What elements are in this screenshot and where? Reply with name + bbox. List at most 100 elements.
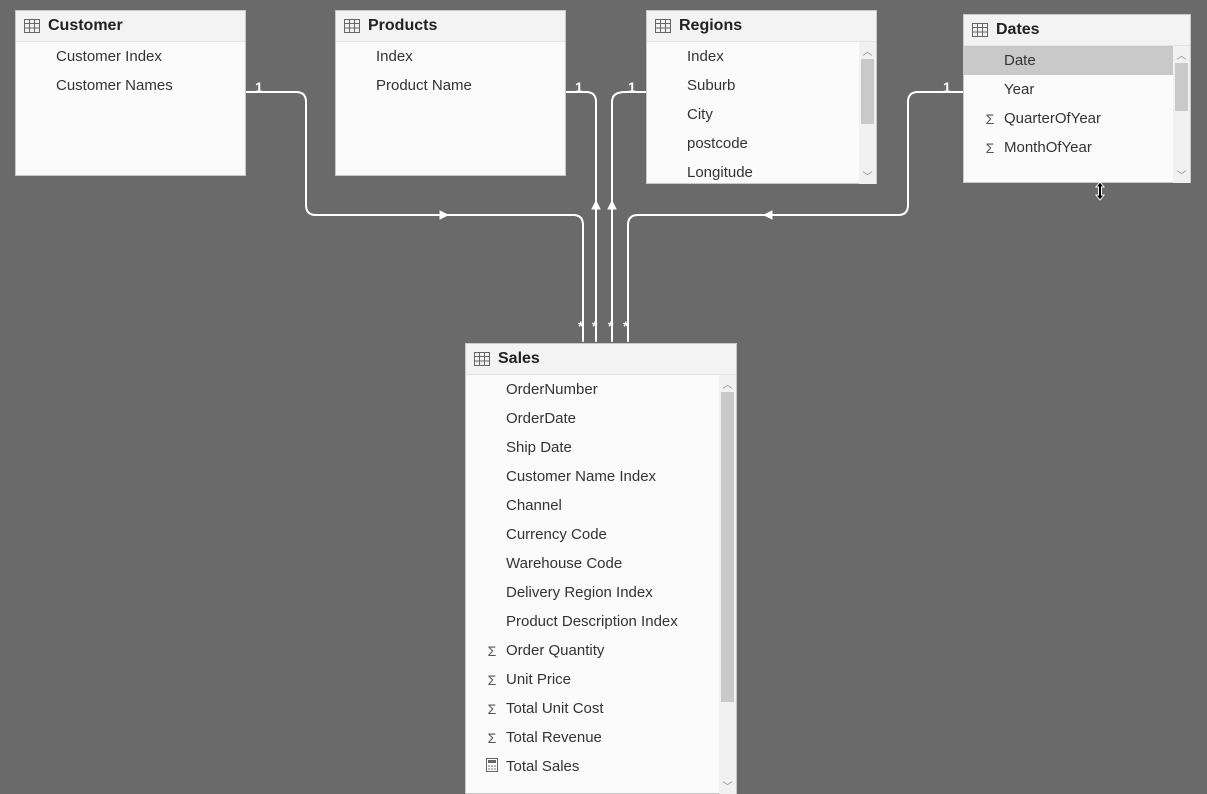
scroll-thumb[interactable] xyxy=(861,59,874,124)
table-header-customer[interactable]: Customer xyxy=(16,11,245,42)
field-regions-suburb[interactable]: Suburb xyxy=(647,71,876,100)
table-icon xyxy=(344,19,360,33)
field-sales-productdescindex[interactable]: Product Description Index xyxy=(466,607,736,636)
field-customer-index[interactable]: Customer Index xyxy=(16,42,245,71)
field-dates-date[interactable]: Date xyxy=(964,46,1190,75)
field-dates-quarterofyear[interactable]: Σ QuarterOfYear xyxy=(964,104,1190,133)
field-label: Suburb xyxy=(687,77,735,94)
field-dates-monthofyear[interactable]: ΣMonthOfYear xyxy=(964,133,1190,162)
field-label: OrderDate xyxy=(506,410,576,427)
field-sales-totalsales[interactable]: Total Sales xyxy=(466,752,736,781)
field-label: Index xyxy=(687,48,724,65)
field-label: Customer Name Index xyxy=(506,468,656,485)
field-label: QuarterOfYear xyxy=(1004,110,1101,127)
table-icon xyxy=(24,19,40,33)
field-sales-customernameindex[interactable]: Customer Name Index xyxy=(466,462,736,491)
field-label: Product Description Index xyxy=(506,613,678,630)
field-label: Total Unit Cost xyxy=(506,700,604,717)
table-dates[interactable]: Dates Date Year Σ QuarterOfYear ΣMonthOfY… xyxy=(963,14,1191,183)
field-label: Channel xyxy=(506,497,562,514)
field-label: Unit Price xyxy=(506,671,571,688)
field-label: Index xyxy=(376,48,413,65)
field-label: OrderNumber xyxy=(506,381,598,398)
table-icon xyxy=(474,352,490,366)
table-title: Customer xyxy=(48,17,123,35)
sigma-icon: Σ xyxy=(982,140,998,156)
table-body-sales: OrderNumber OrderDate Ship Date Customer… xyxy=(466,375,736,794)
table-body-regions: Index Suburb City postcode Longitude ︿ ﹀ xyxy=(647,42,876,184)
field-sales-orderdate[interactable]: OrderDate xyxy=(466,404,736,433)
scroll-down-icon[interactable]: ﹀ xyxy=(719,777,736,794)
calculator-icon xyxy=(484,758,500,775)
table-title: Sales xyxy=(498,350,540,368)
cardinality-one-customer: 1 xyxy=(255,79,263,95)
field-products-index[interactable]: Index xyxy=(336,42,565,71)
field-label: Ship Date xyxy=(506,439,572,456)
field-sales-currencycode[interactable]: Currency Code xyxy=(466,520,736,549)
sigma-icon: Σ xyxy=(484,730,500,746)
table-body-dates: Date Year Σ QuarterOfYear ΣMonthOfYear ︿ … xyxy=(964,46,1190,183)
field-customer-names[interactable]: Customer Names xyxy=(16,71,245,100)
table-header-products[interactable]: Products xyxy=(336,11,565,42)
field-dates-year[interactable]: Year xyxy=(964,75,1190,104)
table-products[interactable]: Products Index Product Name xyxy=(335,10,566,176)
field-sales-unitprice[interactable]: Σ Unit Price xyxy=(466,665,736,694)
cardinality-one-products: 1 xyxy=(575,79,583,95)
field-regions-city[interactable]: City xyxy=(647,100,876,129)
scrollbar-sales[interactable]: ︿ ﹀ xyxy=(719,375,736,794)
table-body-customer: Customer Index Customer Names xyxy=(16,42,245,176)
scroll-thumb[interactable] xyxy=(1175,63,1188,111)
field-products-name[interactable]: Product Name xyxy=(336,71,565,100)
field-sales-channel[interactable]: Channel xyxy=(466,491,736,520)
cardinality-many-3: * xyxy=(608,318,613,334)
field-label: Delivery Region Index xyxy=(506,584,653,601)
field-label: Total Sales xyxy=(506,758,579,775)
scroll-down-icon[interactable]: ﹀ xyxy=(1173,166,1190,183)
field-label: Product Name xyxy=(376,77,472,94)
table-sales[interactable]: Sales OrderNumber OrderDate Ship Date Cu… xyxy=(465,343,737,794)
cardinality-many-4: * xyxy=(623,318,628,334)
table-title: Regions xyxy=(679,17,742,35)
scroll-up-icon[interactable]: ︿ xyxy=(1173,46,1190,63)
field-label: Year xyxy=(1004,81,1034,98)
table-header-dates[interactable]: Dates xyxy=(964,15,1190,46)
sigma-icon: Σ xyxy=(982,111,998,127)
table-header-sales[interactable]: Sales xyxy=(466,344,736,375)
field-regions-postcode[interactable]: postcode xyxy=(647,129,876,158)
model-canvas[interactable]: 1 1 1 1 * * * * Customer Customer Index … xyxy=(0,0,1207,794)
sigma-icon: Σ xyxy=(484,672,500,688)
field-sales-shipdate[interactable]: Ship Date xyxy=(466,433,736,462)
table-icon xyxy=(972,23,988,37)
field-sales-totalrevenue[interactable]: ΣTotal Revenue xyxy=(466,723,736,752)
table-icon xyxy=(655,19,671,33)
field-label: Order Quantity xyxy=(506,642,604,659)
scroll-up-icon[interactable]: ︿ xyxy=(719,375,736,392)
scrollbar-regions[interactable]: ︿ ﹀ xyxy=(859,42,876,184)
field-label: City xyxy=(687,106,713,123)
field-sales-totalunitcost[interactable]: Σ Total Unit Cost xyxy=(466,694,736,723)
table-regions[interactable]: Regions Index Suburb City postcode Longi… xyxy=(646,10,877,184)
field-label: Date xyxy=(1004,52,1036,69)
table-customer[interactable]: Customer Customer Index Customer Names xyxy=(15,10,246,176)
field-label: Warehouse Code xyxy=(506,555,622,572)
scroll-down-icon[interactable]: ﹀ xyxy=(859,167,876,184)
table-header-regions[interactable]: Regions xyxy=(647,11,876,42)
cardinality-many-1: * xyxy=(578,318,583,334)
field-sales-warehousecode[interactable]: Warehouse Code xyxy=(466,549,736,578)
field-label: Currency Code xyxy=(506,526,607,543)
scroll-thumb[interactable] xyxy=(721,392,734,702)
cardinality-one-regions: 1 xyxy=(628,79,636,95)
field-label: Customer Index xyxy=(56,48,162,65)
sigma-icon: Σ xyxy=(484,643,500,659)
field-regions-index[interactable]: Index xyxy=(647,42,876,71)
field-sales-deliveryregionindex[interactable]: Delivery Region Index xyxy=(466,578,736,607)
field-regions-longitude[interactable]: Longitude xyxy=(647,158,876,184)
scroll-up-icon[interactable]: ︿ xyxy=(859,42,876,59)
cardinality-one-dates: 1 xyxy=(943,79,951,95)
field-sales-orderquantity[interactable]: Σ Order Quantity xyxy=(466,636,736,665)
field-sales-ordernumber[interactable]: OrderNumber xyxy=(466,375,736,404)
field-label: Longitude xyxy=(687,164,753,181)
scrollbar-dates[interactable]: ︿ ﹀ xyxy=(1173,46,1190,183)
resize-ns-cursor-icon xyxy=(1092,181,1108,201)
sigma-icon: Σ xyxy=(484,701,500,717)
